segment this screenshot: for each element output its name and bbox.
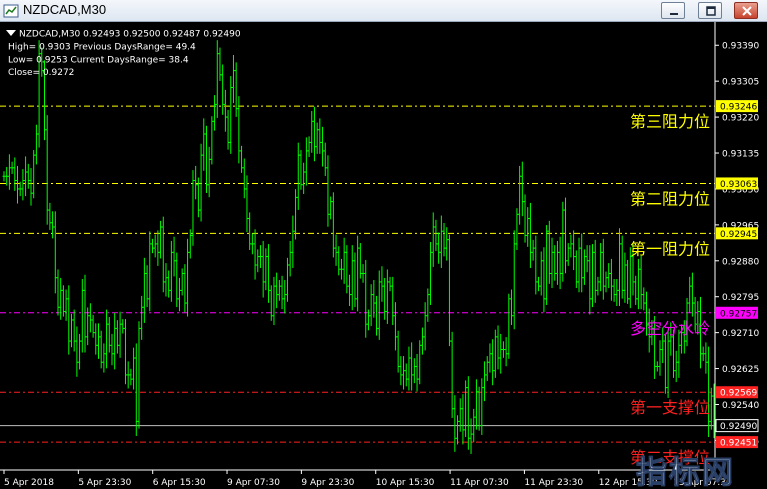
- window-title: NZDCAD,M30: [23, 2, 107, 17]
- y-tick-label: 0.92795: [722, 293, 759, 303]
- x-tick-label: 6 Apr 15:30: [153, 478, 206, 488]
- watermark-logo: 指标网: [636, 455, 735, 489]
- info-line-high: High= 0.9303 Previous DaysRange= 49.4: [8, 43, 196, 53]
- chart-window-icon: [3, 4, 19, 18]
- svg-text:0.92569: 0.92569: [720, 389, 757, 399]
- window-title-bar[interactable]: NZDCAD,M30: [0, 0, 767, 22]
- watermark-text: 指标网: [636, 455, 735, 489]
- price-chart[interactable]: 第三阻力位 第二阻力位 第一阻力位 多空分水岭 第一支撑位 第二支撑位 NZDCAD,M3…: [0, 22, 767, 489]
- svg-text:0.93246: 0.93246: [720, 103, 757, 113]
- y-tick-label: 0.93390: [722, 42, 759, 52]
- info-line-low: Low= 0.9253 Current DaysRange= 38.4: [8, 56, 189, 66]
- symbol-line: NZDCAD,M30 0.92493 0.92500 0.92487 0.924…: [19, 30, 241, 40]
- level-price-label-2: 0.92945: [716, 227, 758, 240]
- minimize-button[interactable]: [661, 2, 685, 19]
- restore-icon: [706, 6, 716, 16]
- y-tick-label: 0.92540: [722, 401, 759, 411]
- x-tick-label: 5 Apr 23:30: [78, 478, 131, 488]
- x-tick-label: 11 Apr 07:30: [450, 478, 509, 488]
- y-tick-label: 0.93135: [722, 150, 759, 160]
- close-icon: [742, 6, 752, 16]
- level-text-1: 第二阻力位: [630, 189, 710, 208]
- close-button[interactable]: [734, 2, 758, 19]
- level-text-2: 第一阻力位: [630, 239, 710, 258]
- info-line-close: Close= 0.9272: [8, 68, 74, 78]
- x-tick-label: 9 Apr 07:30: [227, 478, 280, 488]
- x-tick-label: 10 Apr 15:30: [376, 478, 435, 488]
- x-tick-label: 9 Apr 23:30: [301, 478, 354, 488]
- minimize-icon: [670, 13, 678, 15]
- level-price-label-1: 0.93063: [716, 177, 758, 190]
- svg-text:0.92490: 0.92490: [720, 422, 757, 432]
- x-tick-label: 5 Apr 2018: [4, 478, 54, 488]
- y-tick-label: 0.92625: [722, 365, 759, 375]
- level-price-label-0: 0.93246: [716, 100, 758, 113]
- svg-text:0.92451: 0.92451: [720, 439, 757, 449]
- restore-button[interactable]: [698, 2, 722, 19]
- level-text-4: 第一支撑位: [630, 398, 710, 417]
- level-text-0: 第三阻力位: [630, 112, 710, 131]
- svg-text:0.92945: 0.92945: [720, 230, 757, 240]
- svg-text:0.93063: 0.93063: [720, 180, 757, 190]
- level-price-label-5: 0.92451: [716, 436, 758, 449]
- y-tick-label: 0.93305: [722, 78, 759, 88]
- svg-text:0.92757: 0.92757: [720, 309, 757, 319]
- level-text-3: 多空分水岭: [630, 319, 710, 338]
- current-price-label: 0.92490: [715, 419, 759, 433]
- y-tick-label: 0.93220: [722, 114, 759, 124]
- y-tick-label: 0.92880: [722, 257, 759, 267]
- y-tick-label: 0.92710: [722, 329, 759, 339]
- chart-canvas[interactable]: 第三阻力位第二阻力位第一阻力位多空分水岭第一支撑位第二支撑位 NZDCAD,M3…: [0, 22, 767, 489]
- x-tick-label: 11 Apr 23:30: [524, 478, 583, 488]
- level-price-label-4: 0.92569: [716, 386, 758, 399]
- level-price-label-3: 0.92757: [716, 306, 758, 319]
